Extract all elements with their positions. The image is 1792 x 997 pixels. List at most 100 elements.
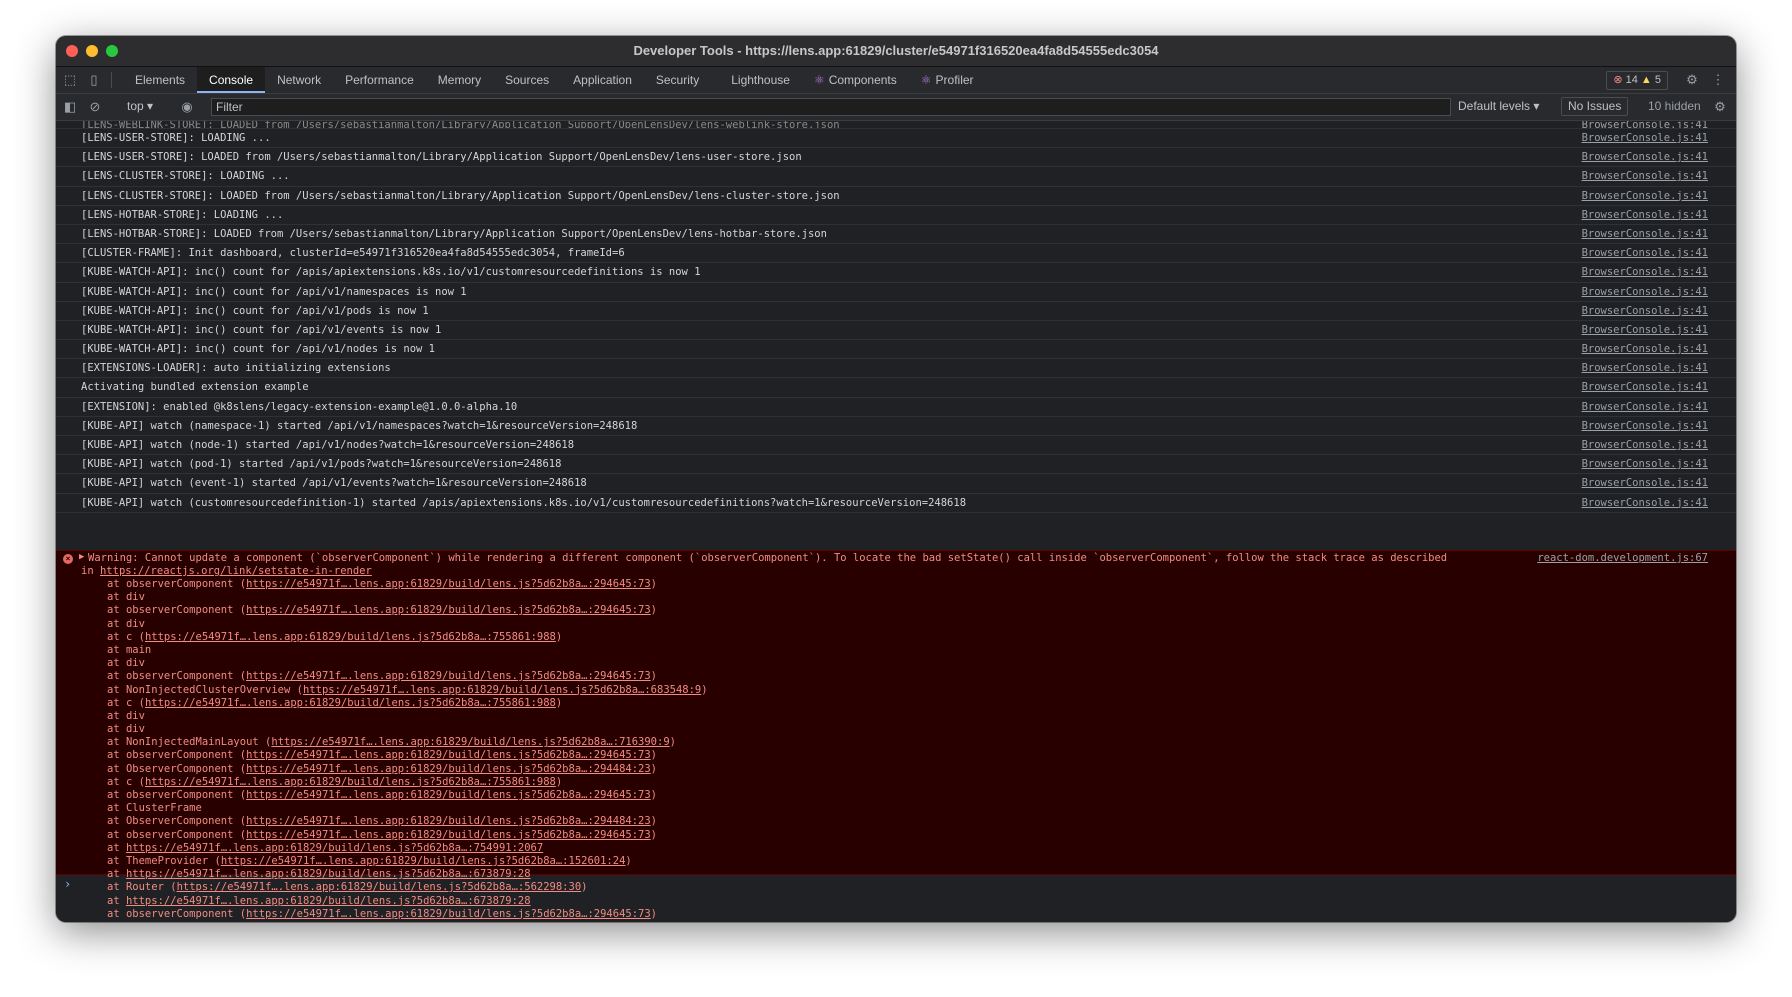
- paren-open: (: [233, 670, 247, 683]
- stack-frame-name: div: [125, 617, 145, 630]
- live-expression-eye-icon[interactable]: ◉: [179, 99, 195, 115]
- stack-frame-link[interactable]: https://e54971f….lens.app:61829/build/le…: [246, 908, 651, 920]
- stack-frame-link[interactable]: https://e54971f….lens.app:61829/build/le…: [246, 829, 651, 841]
- stack-frame-name: observerComponent: [125, 749, 234, 762]
- log-row: [KUBE-API] watch (pod-1) started /api/v1…: [56, 455, 1736, 475]
- log-source-link[interactable]: BrowserConsole.js:41: [1582, 263, 1708, 282]
- setstate-doc-link[interactable]: https://reactjs.org/link/setstate-in-ren…: [100, 565, 372, 577]
- log-source-link[interactable]: BrowserConsole.js:41: [1582, 398, 1708, 417]
- stack-frame-name: observerComponent: [125, 789, 234, 801]
- log-source-link[interactable]: BrowserConsole.js:41: [1582, 129, 1708, 148]
- stack-frame-name: observerComponent: [125, 670, 234, 683]
- log-text: Activating bundled extension example: [81, 381, 309, 394]
- tab-network[interactable]: Network: [265, 67, 333, 93]
- error-source-link[interactable]: react-dom.development.js:67: [1537, 552, 1708, 564]
- stack-frame-link[interactable]: https://e54971f….lens.app:61829/build/le…: [271, 736, 669, 748]
- show-sidebar-icon[interactable]: ◧: [62, 99, 78, 115]
- tab-memory[interactable]: Memory: [426, 67, 493, 93]
- stack-frame-link[interactable]: https://e54971f….lens.app:61829/build/le…: [246, 763, 651, 775]
- expand-triangle-icon[interactable]: ▶: [79, 552, 84, 562]
- prompt-chevron-icon: ›: [64, 877, 72, 891]
- log-text: [KUBE-API] watch (namespace-1) started /…: [81, 419, 638, 432]
- panel-tab-bar: ⬚ ▯ Elements Console Network Performance Mem…: [56, 67, 1736, 94]
- issues-button[interactable]: No Issues: [1561, 97, 1629, 116]
- log-source-link[interactable]: BrowserConsole.js:41: [1582, 187, 1708, 206]
- paren-open: (: [290, 683, 303, 696]
- log-source-link[interactable]: BrowserConsole.js:41: [1582, 494, 1708, 513]
- paren-open: (: [132, 696, 145, 709]
- log-source-link[interactable]: BrowserConsole.js:41: [1582, 455, 1708, 474]
- stack-frame-link[interactable]: https://e54971f….lens.app:61829/build/le…: [246, 670, 651, 682]
- tab-components[interactable]: ⚛ Components: [802, 67, 909, 93]
- stack-at-keyword: at: [107, 591, 126, 604]
- stack-frame-link[interactable]: https://e54971f….lens.app:61829/build/le…: [246, 604, 651, 616]
- issue-counts-badge[interactable]: ⊗ 14 ▲ 5: [1606, 71, 1668, 90]
- log-source-link[interactable]: BrowserConsole.js:41: [1582, 225, 1708, 244]
- stack-at-keyword: at: [107, 815, 126, 828]
- log-source-link[interactable]: BrowserConsole.js:41: [1582, 417, 1708, 436]
- log-source-link[interactable]: BrowserConsole.js:41: [1582, 121, 1708, 128]
- tab-performance[interactable]: Performance: [333, 67, 426, 93]
- log-row: [KUBE-API] watch (node-1) started /api/v…: [56, 436, 1736, 456]
- log-source-link[interactable]: BrowserConsole.js:41: [1582, 302, 1708, 321]
- stack-frame-link[interactable]: https://e54971f….lens.app:61829/build/le…: [126, 842, 543, 854]
- log-source-link[interactable]: BrowserConsole.js:41: [1582, 436, 1708, 455]
- paren-close: ): [650, 815, 657, 828]
- tab-profiler[interactable]: ⚛ Profiler: [909, 67, 986, 93]
- log-source-link[interactable]: BrowserConsole.js:41: [1582, 167, 1708, 186]
- device-toolbar-icon[interactable]: ▯: [86, 72, 102, 88]
- paren-open: (: [258, 736, 272, 749]
- tab-application[interactable]: Application: [561, 67, 644, 93]
- console-settings-gear-icon[interactable]: ⚙: [1712, 99, 1728, 115]
- stack-frame: at main: [107, 644, 708, 657]
- log-text: [LENS-USER-STORE]: LOADED from /Users/se…: [81, 151, 802, 164]
- filter-input[interactable]: [211, 98, 1451, 116]
- log-source-link[interactable]: BrowserConsole.js:41: [1582, 378, 1708, 397]
- inspect-element-icon[interactable]: ⬚: [62, 72, 78, 88]
- log-list: [LENS-WEBLINK-STORE]: LOADED from /Users…: [56, 121, 1736, 513]
- tab-elements[interactable]: Elements: [123, 67, 197, 93]
- stack-frame-link[interactable]: https://e54971f….lens.app:61829/build/le…: [246, 815, 651, 827]
- stack-frame-link[interactable]: https://e54971f….lens.app:61829/build/le…: [126, 895, 531, 907]
- paren-close: ): [650, 762, 657, 775]
- log-row: [LENS-CLUSTER-STORE]: LOADED from /Users…: [56, 187, 1736, 206]
- stack-frame-link[interactable]: https://e54971f….lens.app:61829/build/le…: [221, 855, 626, 867]
- log-levels-dropdown[interactable]: Default levels ▾: [1458, 99, 1539, 113]
- log-source-link[interactable]: BrowserConsole.js:41: [1582, 206, 1708, 225]
- error-icon: ×: [63, 554, 73, 564]
- log-source-link[interactable]: BrowserConsole.js:41: [1582, 474, 1708, 493]
- stack-frame-link[interactable]: https://e54971f….lens.app:61829/build/le…: [246, 749, 651, 761]
- stack-frame-name: ObserverComponent: [125, 815, 234, 828]
- stack-at-keyword: at: [107, 907, 126, 920]
- settings-gear-icon[interactable]: ⚙: [1684, 72, 1700, 88]
- stack-at-keyword: at: [107, 894, 126, 907]
- stack-frame-link[interactable]: https://e54971f….lens.app:61829/build/le…: [303, 684, 701, 696]
- log-source-link[interactable]: BrowserConsole.js:41: [1582, 148, 1708, 167]
- context-selector[interactable]: top ▾: [127, 99, 153, 113]
- stack-frame-link[interactable]: https://e54971f….lens.app:61829/build/le…: [145, 776, 556, 788]
- tab-console[interactable]: Console: [197, 67, 266, 93]
- tab-sources[interactable]: Sources: [493, 67, 561, 93]
- more-options-icon[interactable]: ⋮: [1710, 72, 1726, 88]
- tab-security[interactable]: Security: [644, 67, 711, 93]
- stack-frame-link[interactable]: https://e54971f….lens.app:61829/build/le…: [246, 578, 651, 590]
- console-prompt[interactable]: ›: [56, 874, 1736, 894]
- stack-at-keyword: at: [107, 683, 126, 696]
- stack-frame-link[interactable]: https://e54971f….lens.app:61829/build/le…: [145, 631, 556, 643]
- stack-at-keyword: at: [107, 854, 126, 867]
- log-source-link[interactable]: BrowserConsole.js:41: [1582, 340, 1708, 359]
- clear-console-icon[interactable]: ⊘: [87, 99, 103, 115]
- paren-open: (: [233, 828, 247, 841]
- tab-label: Sources: [505, 73, 550, 87]
- log-row: [LENS-CLUSTER-STORE]: LOADING ... Browser…: [56, 167, 1736, 187]
- log-source-link[interactable]: BrowserConsole.js:41: [1582, 283, 1708, 302]
- stack-frame-link[interactable]: https://e54971f….lens.app:61829/build/le…: [246, 789, 651, 801]
- stack-at-keyword: at: [107, 617, 126, 630]
- tab-lighthouse[interactable]: Lighthouse: [719, 67, 802, 93]
- log-source-link[interactable]: BrowserConsole.js:41: [1582, 244, 1708, 263]
- stack-frame: at observerComponent (https://e54971f….l…: [107, 670, 708, 683]
- log-row: [KUBE-WATCH-API]: inc() count for /api/v…: [56, 302, 1736, 321]
- log-source-link[interactable]: BrowserConsole.js:41: [1582, 359, 1708, 378]
- log-source-link[interactable]: BrowserConsole.js:41: [1582, 321, 1708, 340]
- stack-frame-link[interactable]: https://e54971f….lens.app:61829/build/le…: [145, 697, 556, 709]
